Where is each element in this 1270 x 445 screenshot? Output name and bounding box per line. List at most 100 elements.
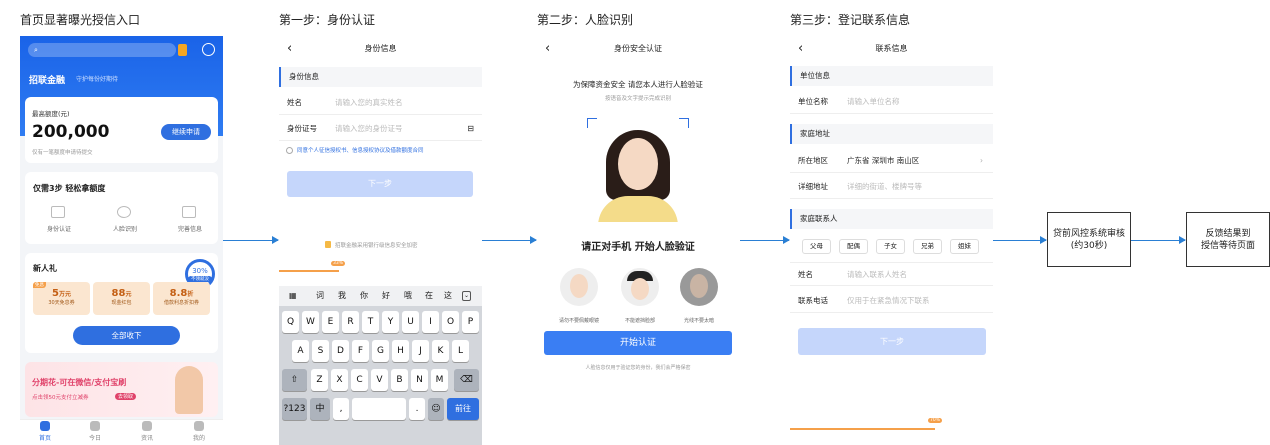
- contact-name-field[interactable]: 姓名 请输入联系人姓名: [790, 262, 993, 286]
- relation-chip[interactable]: 配偶: [839, 239, 868, 254]
- tab-mine[interactable]: 我的: [184, 421, 214, 442]
- back-icon[interactable]: ‹: [287, 36, 292, 62]
- key-h[interactable]: H: [392, 340, 409, 362]
- key-y[interactable]: Y: [382, 311, 399, 333]
- collect-all-button[interactable]: 全部收下: [73, 326, 180, 345]
- limit-note: 仅有一笔额度申请待提交: [32, 150, 93, 156]
- face-prompt: 请正对手机 开始人脸验证: [581, 242, 695, 253]
- relation-chip[interactable]: 姐妹: [950, 239, 979, 254]
- banner-tag[interactable]: 去领取: [115, 393, 137, 400]
- collapse-keyboard-icon[interactable]: ⌄: [462, 291, 472, 301]
- contact-name-label: 姓名: [798, 270, 813, 279]
- key-k[interactable]: K: [432, 340, 449, 362]
- key-o[interactable]: O: [442, 311, 459, 333]
- space-key[interactable]: [352, 398, 406, 420]
- tip-image-glasses: [560, 268, 598, 306]
- caption-homepage: 首页显著曝光授信入口: [20, 13, 141, 27]
- backspace-key[interactable]: ⌫: [454, 369, 479, 391]
- contact-phone-field[interactable]: 联系电话 仅用于在紧急情况下联系: [790, 289, 993, 313]
- coupon-card[interactable]: 免息 5万元 30天免息券: [33, 282, 90, 315]
- grid-icon[interactable]: ▦: [289, 286, 297, 306]
- candidate-bar: ▦ 词 我 你 好 哦 在 这 ⌄: [279, 286, 482, 306]
- tab-label: 我的: [192, 435, 205, 442]
- key-e[interactable]: E: [322, 311, 339, 333]
- tab-home[interactable]: 首页: [30, 421, 60, 442]
- area-field[interactable]: 所在地区 广东省 深圳市 南山区 ›: [790, 149, 993, 173]
- company-label: 单位名称: [798, 97, 828, 106]
- candidate[interactable]: 我: [338, 286, 346, 306]
- id-field[interactable]: 身份证号 请输入您的身份证号 ⊟: [279, 117, 482, 141]
- coupon-card[interactable]: 8.8折 借款利息折扣券: [153, 282, 210, 315]
- result-feedback-box: 反馈结果到 授信等待页面: [1186, 212, 1270, 267]
- key-b[interactable]: B: [391, 369, 408, 391]
- emoji-key[interactable]: ☺: [428, 398, 444, 420]
- flow-arrow: [740, 236, 790, 244]
- address-field[interactable]: 详细地址 详细的街道、楼牌号等: [790, 175, 993, 199]
- key-j[interactable]: J: [412, 340, 429, 362]
- name-field[interactable]: 姓名 请输入您的真实姓名: [279, 91, 482, 115]
- key-v[interactable]: V: [371, 369, 388, 391]
- message-icon[interactable]: [178, 44, 187, 56]
- candidate[interactable]: 哦: [404, 286, 412, 306]
- agree-checkbox[interactable]: [286, 147, 293, 154]
- today-icon: [90, 421, 100, 431]
- next-button[interactable]: 下一步: [287, 171, 473, 197]
- tip-label: 不能遮挡脸部: [624, 318, 655, 324]
- tip-image-hat: [621, 268, 659, 306]
- candidate[interactable]: 在: [425, 286, 433, 306]
- candidate[interactable]: 这: [444, 286, 452, 306]
- key-c[interactable]: C: [351, 369, 368, 391]
- key-n[interactable]: N: [411, 369, 428, 391]
- key-l[interactable]: L: [452, 340, 469, 362]
- search-input[interactable]: ⌕: [28, 43, 176, 57]
- company-field[interactable]: 单位名称 请输入单位名称: [790, 90, 993, 114]
- key-i[interactable]: I: [422, 311, 439, 333]
- face-screen: ‹ 身份安全认证 为保障资金安全 请您本人进行人脸验证 按语音及文字提示完成识别 …: [537, 36, 739, 445]
- tab-today[interactable]: 今日: [80, 421, 110, 442]
- progress-bar: [790, 428, 935, 430]
- key-z[interactable]: Z: [311, 369, 328, 391]
- tab-news[interactable]: 资讯: [132, 421, 162, 442]
- shift-key[interactable]: ⇧: [282, 369, 307, 391]
- key-a[interactable]: A: [292, 340, 309, 362]
- go-key[interactable]: 前往: [447, 398, 479, 420]
- relation-chip[interactable]: 兄弟: [913, 239, 942, 254]
- security-note: 招联金融采用银行级信息安全加密: [335, 243, 418, 249]
- key-m[interactable]: M: [431, 369, 448, 391]
- tip-label: 光线不要太暗: [683, 318, 714, 324]
- key-p[interactable]: P: [462, 311, 479, 333]
- key-t[interactable]: T: [362, 311, 379, 333]
- caption-step1: 第一步：身份认证: [279, 13, 376, 27]
- key-d[interactable]: D: [332, 340, 349, 362]
- key-g[interactable]: G: [372, 340, 389, 362]
- key-x[interactable]: X: [331, 369, 348, 391]
- promo-banner[interactable]: 分期花-可在微信/支付宝刷 点击领50元支付立减券 去领取: [25, 362, 218, 417]
- key-r[interactable]: R: [342, 311, 359, 333]
- period-key[interactable]: .: [409, 398, 425, 420]
- relation-chip[interactable]: 父母: [802, 239, 831, 254]
- next-button[interactable]: 下一步: [798, 328, 986, 355]
- candidate[interactable]: 你: [360, 286, 368, 306]
- relation-chip[interactable]: 子女: [876, 239, 905, 254]
- flow-arrow: [482, 236, 537, 244]
- language-key[interactable]: 中: [310, 398, 330, 420]
- key-f[interactable]: F: [352, 340, 369, 362]
- key-w[interactable]: W: [302, 311, 319, 333]
- back-icon[interactable]: ‹: [798, 36, 803, 62]
- back-icon[interactable]: ‹: [545, 36, 550, 62]
- candidate[interactable]: 词: [316, 286, 324, 306]
- comma-key[interactable]: ,: [333, 398, 349, 420]
- coupon-card[interactable]: 88元 现金红包: [93, 282, 150, 315]
- more-icon[interactable]: [202, 43, 215, 56]
- start-verify-button[interactable]: 开始认证: [544, 331, 732, 355]
- key-s[interactable]: S: [312, 340, 329, 362]
- numbers-key[interactable]: ?123: [282, 398, 307, 420]
- scan-icon[interactable]: ⊟: [467, 117, 474, 141]
- agreement-text[interactable]: 同意个人征信授权书、信息授权协议及借款额度合同: [297, 146, 424, 154]
- key-u[interactable]: U: [402, 311, 419, 333]
- key-q[interactable]: Q: [282, 311, 299, 333]
- candidate[interactable]: 好: [382, 286, 390, 306]
- shield-icon: [325, 241, 331, 248]
- face-frame: [587, 118, 689, 222]
- continue-button[interactable]: 继续申请: [161, 124, 211, 140]
